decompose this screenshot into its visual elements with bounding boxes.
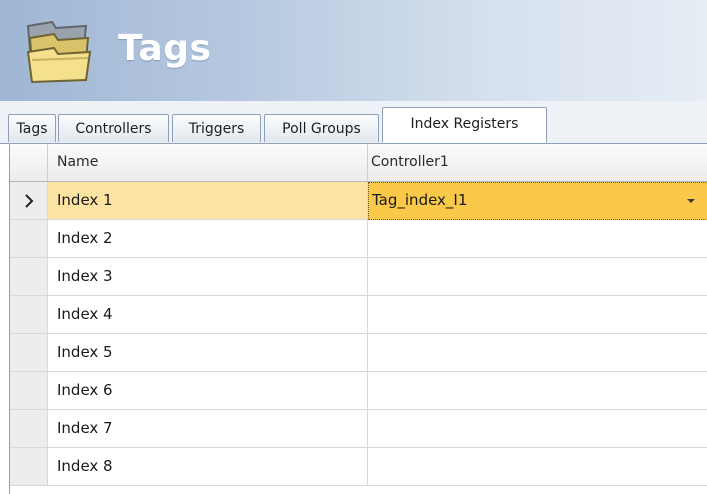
tab-label: Poll Groups xyxy=(282,121,361,137)
table-row[interactable]: Index 8 xyxy=(10,448,707,486)
table-row[interactable]: Index 4 xyxy=(10,296,707,334)
tab-strip: Tags Controllers Triggers Poll Groups In… xyxy=(0,101,707,144)
tab-label: Index Registers xyxy=(410,116,519,132)
tab-index-registers[interactable]: Index Registers xyxy=(382,107,547,143)
controller-cell[interactable] xyxy=(368,220,707,258)
name-cell[interactable]: Index 2 xyxy=(48,220,368,258)
tab-poll-groups[interactable]: Poll Groups xyxy=(264,114,379,142)
controller-cell[interactable] xyxy=(368,448,707,486)
controller-cell[interactable] xyxy=(368,410,707,448)
row-selector[interactable] xyxy=(10,182,48,220)
table-row[interactable]: Index 5 xyxy=(10,334,707,372)
row-selector[interactable] xyxy=(10,334,48,372)
name-cell[interactable]: Index 4 xyxy=(48,296,368,334)
table-row[interactable]: Index 1 Tag_index_I1 xyxy=(10,182,707,220)
controller-cell-dropdown[interactable]: Tag_index_I1 xyxy=(368,182,707,220)
controller-cell[interactable] xyxy=(368,258,707,296)
name-cell[interactable]: Index 1 xyxy=(48,182,368,220)
page-header: Tags xyxy=(0,0,707,101)
tab-tags[interactable]: Tags xyxy=(8,114,56,142)
table-row[interactable]: Index 3 xyxy=(10,258,707,296)
column-header-controller1[interactable]: Controller1 xyxy=(368,144,707,182)
index-registers-grid: Name Controller1 Index 1 Tag_index_I1 In… xyxy=(9,143,707,494)
name-cell[interactable]: Index 3 xyxy=(48,258,368,296)
row-selector-header[interactable] xyxy=(10,144,48,182)
row-selector[interactable] xyxy=(10,258,48,296)
name-cell[interactable]: Index 8 xyxy=(48,448,368,486)
tab-label: Tags xyxy=(16,121,48,137)
tab-controllers[interactable]: Controllers xyxy=(58,114,169,142)
table-row[interactable]: Index 6 xyxy=(10,372,707,410)
tab-label: Controllers xyxy=(75,121,152,137)
controller-cell[interactable] xyxy=(368,372,707,410)
table-row[interactable]: Index 2 xyxy=(10,220,707,258)
chevron-down-icon[interactable] xyxy=(687,199,695,203)
row-selector[interactable] xyxy=(10,296,48,334)
controller-cell[interactable] xyxy=(368,296,707,334)
name-cell[interactable]: Index 6 xyxy=(48,372,368,410)
row-selector[interactable] xyxy=(10,220,48,258)
column-header-name[interactable]: Name xyxy=(48,144,368,182)
row-selector[interactable] xyxy=(10,410,48,448)
name-cell[interactable]: Index 7 xyxy=(48,410,368,448)
page-title: Tags xyxy=(118,28,212,69)
grid-header-row: Name Controller1 xyxy=(10,144,707,182)
row-selector[interactable] xyxy=(10,448,48,486)
controller-cell[interactable] xyxy=(368,334,707,372)
name-cell[interactable]: Index 5 xyxy=(48,334,368,372)
table-row[interactable]: Index 7 xyxy=(10,410,707,448)
tab-label: Triggers xyxy=(188,121,245,137)
tab-triggers[interactable]: Triggers xyxy=(172,114,261,142)
tags-stack-icon xyxy=(26,20,92,84)
current-row-arrow-icon xyxy=(25,194,34,208)
controller-cell-value: Tag_index_I1 xyxy=(372,191,468,209)
row-selector[interactable] xyxy=(10,372,48,410)
